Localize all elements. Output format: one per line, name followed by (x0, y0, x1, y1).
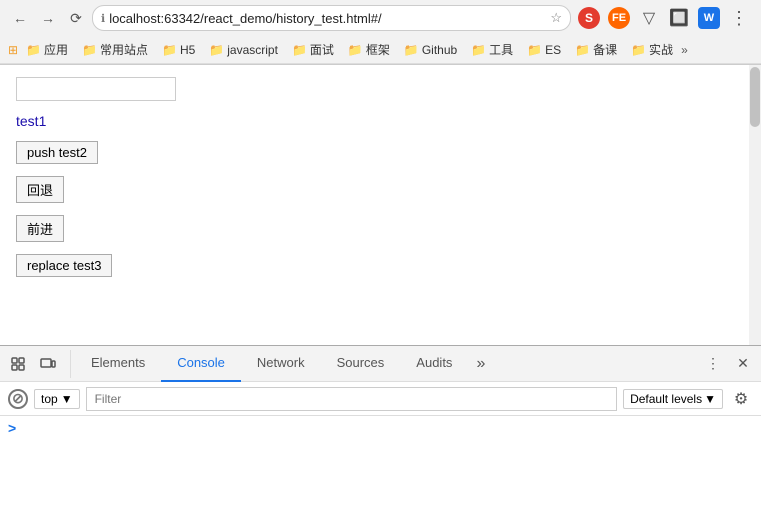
bookmark-h5[interactable]: 📁 H5 (156, 41, 201, 59)
devtools-close-button[interactable]: ✕ (729, 350, 757, 378)
scrollbar-thumb[interactable] (750, 67, 760, 127)
bookmark-js[interactable]: 📁 javascript (203, 41, 284, 59)
folder-icon: 📁 (292, 43, 307, 57)
folder-icon: 📁 (527, 43, 542, 57)
tab-audits[interactable]: Audits (400, 346, 468, 382)
bookmark-label: 常用站点 (100, 41, 148, 58)
console-settings-button[interactable]: ⚙ (729, 387, 753, 411)
bookmark-practice[interactable]: 📁 实战 (625, 39, 679, 60)
tab-sources[interactable]: Sources (321, 346, 401, 382)
context-label: top (41, 392, 58, 406)
lock-icon: ℹ (101, 12, 105, 25)
extension-icon-3[interactable]: ▽ (635, 4, 663, 32)
bookmark-label: 框架 (366, 41, 390, 58)
bookmark-tools[interactable]: 📁 工具 (465, 39, 519, 60)
apps-icon: ⊞ (8, 43, 18, 57)
bookmark-label: 工具 (489, 41, 513, 58)
devtools-right-icons: ⋮ ✕ (699, 350, 757, 378)
back-button[interactable]: ← (8, 6, 32, 30)
bookmark-label: H5 (180, 43, 195, 57)
console-caret-icon: > (8, 420, 16, 436)
scrollbar-track[interactable] (749, 65, 761, 345)
bookmark-es[interactable]: 📁 ES (521, 41, 567, 59)
main-content-wrapper: test1 push test2 回退 前进 replace test3 (0, 65, 761, 345)
device-icon (40, 356, 56, 372)
address-bar[interactable]: ℹ ☆ (92, 5, 571, 31)
search-input[interactable] (16, 77, 176, 101)
bookmarks-more[interactable]: » (681, 43, 688, 57)
folder-icon: 📁 (575, 43, 590, 57)
console-prompt-line: > (8, 420, 753, 436)
back-button-page[interactable]: 回退 (16, 176, 64, 203)
bookmark-label: ES (545, 43, 561, 57)
tab-network[interactable]: Network (241, 346, 321, 382)
folder-icon: 📁 (82, 43, 97, 57)
devtools-toolbar: Elements Console Network Sources Audits … (0, 346, 761, 382)
extension-icon-1[interactable]: S (575, 4, 603, 32)
test1-link[interactable]: test1 (16, 113, 745, 129)
extension-icon-4[interactable]: 🔲 (665, 4, 693, 32)
context-dropdown-icon: ▼ (61, 392, 73, 406)
forward-button-page[interactable]: 前进 (16, 215, 64, 242)
bookmark-label: 面试 (310, 41, 334, 58)
folder-icon: 📁 (631, 43, 646, 57)
folder-icon: 📁 (26, 43, 41, 57)
tabs-more-button[interactable]: » (468, 346, 493, 382)
extension-icon-2[interactable]: FE (605, 4, 633, 32)
extension-icon-5[interactable]: W (695, 4, 723, 32)
tab-console[interactable]: Console (161, 346, 241, 382)
filter-input[interactable] (86, 387, 617, 411)
folder-icon: 📁 (348, 43, 363, 57)
push-test2-button[interactable]: push test2 (16, 141, 98, 164)
ext-blue-icon: W (698, 7, 720, 29)
address-input[interactable] (109, 11, 546, 26)
bookmark-apps[interactable]: 📁 应用 (20, 39, 74, 60)
devtools-side-icons (4, 350, 71, 378)
bookmark-label: javascript (227, 43, 278, 57)
nav-right-icons: S FE ▽ 🔲 W ⋮ (575, 4, 753, 32)
folder-icon: 📁 (162, 43, 177, 57)
ext-red-icon: S (578, 7, 600, 29)
forward-button[interactable]: → (36, 6, 60, 30)
context-select[interactable]: top ▼ (34, 389, 80, 409)
main-area: test1 push test2 回退 前进 replace test3 (0, 65, 761, 345)
devtools-settings-button[interactable]: ⋮ (699, 350, 727, 378)
bookmark-prepare[interactable]: 📁 备课 (569, 39, 623, 60)
bookmark-star-icon[interactable]: ☆ (550, 10, 562, 26)
nav-bar: ← → ⟳ ℹ ☆ S FE ▽ 🔲 W ⋮ (0, 0, 761, 36)
bookmark-framework[interactable]: 📁 框架 (342, 39, 396, 60)
bookmark-label: 应用 (44, 41, 68, 58)
bookmark-common[interactable]: 📁 常用站点 (76, 39, 154, 60)
devtools-panel: Elements Console Network Sources Audits … (0, 345, 761, 520)
bookmark-github[interactable]: 📁 Github (398, 41, 463, 59)
reload-button[interactable]: ⟳ (64, 6, 88, 30)
levels-label: Default levels (630, 392, 702, 406)
folder-icon: 📁 (209, 43, 224, 57)
replace-test3-button[interactable]: replace test3 (16, 254, 112, 277)
bookmark-label: 备课 (593, 41, 617, 58)
folder-icon: 📁 (404, 43, 419, 57)
bookmark-interview[interactable]: 📁 面试 (286, 39, 340, 60)
device-toolbar-button[interactable] (34, 350, 62, 378)
levels-dropdown-icon: ▼ (704, 392, 716, 406)
console-output: > (0, 416, 761, 520)
ext-orange-icon: FE (608, 7, 630, 29)
bookmarks-bar: ⊞ 📁 应用 📁 常用站点 📁 H5 📁 javascript 📁 面试 📁 框… (0, 36, 761, 64)
browser-chrome: ← → ⟳ ℹ ☆ S FE ▽ 🔲 W ⋮ ⊞ (0, 0, 761, 65)
folder-icon: 📁 (471, 43, 486, 57)
menu-button[interactable]: ⋮ (725, 4, 753, 32)
bookmark-label: 实战 (649, 41, 673, 58)
inspect-element-button[interactable] (4, 350, 32, 378)
bookmark-label: Github (422, 43, 457, 57)
levels-select[interactable]: Default levels ▼ (623, 389, 723, 409)
cursor-icon (10, 356, 26, 372)
devtools-tabs: Elements Console Network Sources Audits … (75, 346, 699, 382)
no-entry-button[interactable]: ⊘ (8, 389, 28, 409)
console-bar: ⊘ top ▼ Default levels ▼ ⚙ (0, 382, 761, 416)
tab-elements[interactable]: Elements (75, 346, 161, 382)
address-bar-icons: ☆ (550, 10, 562, 26)
